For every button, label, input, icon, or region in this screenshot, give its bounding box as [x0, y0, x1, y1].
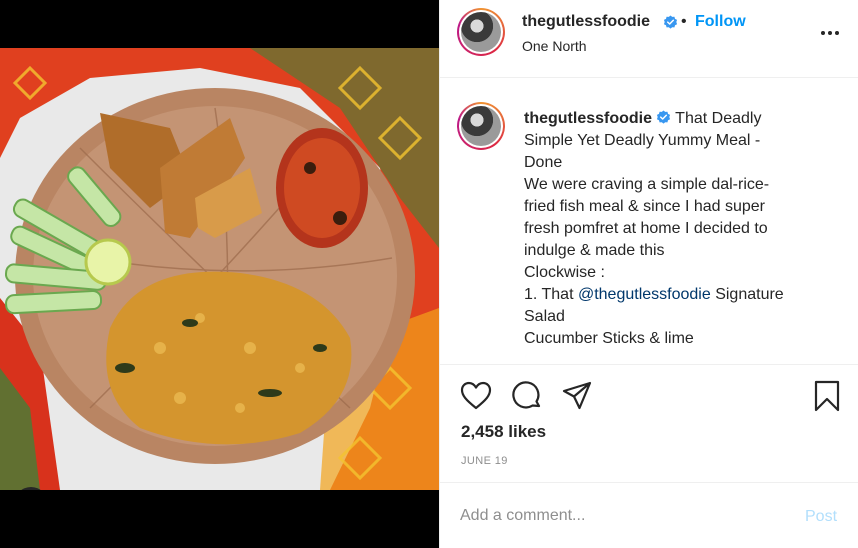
caption-line-text: That Deadly	[675, 110, 762, 127]
post-details-panel: thegutlessfoodie • Follow One North theg…	[439, 0, 858, 548]
caption-username[interactable]: thegutlessfoodie	[524, 110, 652, 127]
action-bar	[440, 366, 858, 424]
caption-line: fried fish meal & since I had super	[524, 198, 766, 215]
caption-line: thegutlessfoodie That Deadly	[524, 108, 824, 130]
follow-button[interactable]: Follow	[695, 13, 746, 31]
bookmark-icon[interactable]	[811, 380, 843, 412]
share-icon[interactable]	[561, 380, 593, 412]
caption-line: indulge & made this	[524, 242, 665, 259]
caption-text: thegutlessfoodie That Deadly Simple Yet …	[524, 108, 824, 350]
more-options-button[interactable]	[819, 22, 841, 44]
post-date[interactable]: JUNE 19	[461, 455, 508, 467]
post-comment-button[interactable]: Post	[805, 508, 837, 526]
caption-line-text: 1. That	[524, 286, 578, 303]
post-media	[0, 0, 439, 548]
author-username[interactable]: thegutlessfoodie	[522, 13, 650, 31]
caption-line: Clockwise :	[524, 264, 605, 281]
caption-line: Cucumber Sticks & lime	[524, 330, 694, 347]
heart-icon[interactable]	[460, 380, 492, 412]
post-header: thegutlessfoodie • Follow One North	[440, 0, 858, 78]
caption-line-text: Signature	[710, 286, 784, 303]
food-photo-illustration	[0, 48, 439, 490]
caption-area: thegutlessfoodie That Deadly Simple Yet …	[440, 78, 858, 365]
verified-badge-icon	[663, 15, 678, 29]
post-location[interactable]: One North	[522, 38, 587, 54]
follow-separator: •	[681, 13, 687, 30]
caption-line: Salad	[524, 308, 565, 325]
verified-badge-icon	[656, 110, 671, 124]
caption-line: fresh pomfret at home I decided to	[524, 220, 768, 237]
caption-line: 1. That @thegutlessfoodie Signature	[524, 284, 824, 306]
caption-line: We were craving a simple dal-rice-	[524, 176, 770, 193]
caption-author-avatar[interactable]	[457, 102, 505, 150]
post-photo[interactable]	[0, 48, 439, 490]
comment-bar: Post	[440, 482, 858, 548]
more-options-icon	[821, 31, 839, 35]
caption-mention-link[interactable]: @thegutlessfoodie	[578, 286, 711, 303]
caption-line: Done	[524, 154, 563, 171]
likes-count[interactable]: 2,458 likes	[461, 422, 546, 442]
author-avatar[interactable]	[457, 8, 505, 56]
comment-icon[interactable]	[511, 380, 543, 412]
caption-line: Simple Yet Deadly Yummy Meal -	[524, 132, 761, 149]
comment-input[interactable]	[460, 504, 770, 528]
